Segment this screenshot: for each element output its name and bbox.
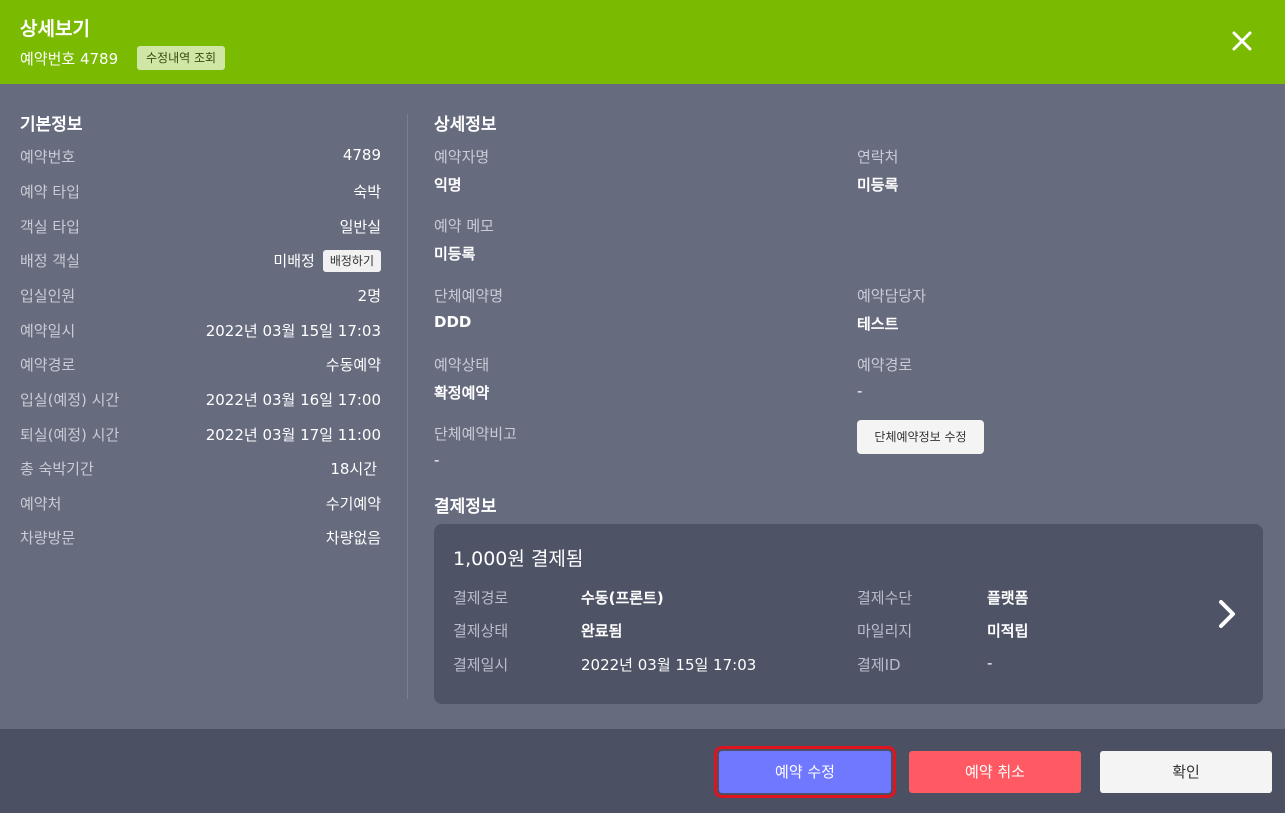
row-label: 예약경로: [20, 356, 76, 374]
manager-value: 테스트: [857, 315, 899, 333]
row-label: 배정 객실: [20, 252, 80, 270]
edit-reservation-button[interactable]: 예약 수정: [714, 746, 896, 798]
basic-row-room-type: 객실 타입 일반실: [20, 216, 381, 240]
row-label: 예약처: [20, 495, 62, 513]
basic-info-title: 기본정보: [20, 115, 83, 135]
row-label: 총 숙박기간: [20, 460, 94, 478]
row-value: 일반실: [339, 218, 381, 236]
payment-info-title: 결제정보: [434, 497, 497, 517]
payment-date-value: 2022년 03월 15일 17:03: [581, 656, 757, 674]
chevron-right-icon[interactable]: [1215, 598, 1239, 634]
cancel-reservation-button[interactable]: 예약 취소: [909, 751, 1081, 793]
basic-row-booking-source: 예약처 수기예약: [20, 493, 381, 517]
payment-status-value: 완료됨: [581, 622, 623, 640]
row-value: 수동예약: [325, 356, 381, 374]
modal-title: 상세보기: [20, 18, 90, 40]
mileage-value: 미적립: [987, 622, 1029, 640]
row-value: 18시간: [330, 460, 377, 478]
basic-row-checkout: 퇴실(예정) 시간 2022년 03월 17일 11:00: [20, 424, 381, 448]
row-value: 4789: [342, 146, 381, 164]
basic-row-reservation-type: 예약 타입 숙박: [20, 181, 381, 205]
modal-header: 상세보기 예약번호 4789 수정내역 조회: [0, 0, 1285, 84]
mileage-label: 마일리지: [857, 622, 913, 640]
reservation-number: 예약번호 4789: [20, 50, 119, 68]
basic-row-guests: 입실인원 2명: [20, 285, 381, 309]
row-value: 숙박: [353, 183, 381, 201]
row-label: 예약일시: [20, 322, 76, 340]
basic-row-assigned-room: 배정 객실 미배정 배정하기: [20, 250, 381, 274]
basic-row-route: 예약경로 수동예약: [20, 354, 381, 378]
row-value: 2022년 03월 15일 17:03: [205, 322, 381, 340]
basic-row-reserved-at: 예약일시 2022년 03월 15일 17:03: [20, 320, 381, 344]
memo-value: 미등록: [434, 245, 476, 263]
payment-card[interactable]: 1,000원 결제됨 결제경로 수동(프론트) 결제수단 플랫폼 결제상태 완료…: [434, 524, 1263, 704]
basic-row-vehicle: 차량방문 차량없음: [20, 527, 381, 551]
basic-row-reservation-no: 예약번호 4789: [20, 146, 381, 170]
detail-info-title: 상세정보: [434, 115, 497, 135]
basic-row-checkin: 입실(예정) 시간 2022년 03월 16일 17:00: [20, 389, 381, 413]
payment-method-label: 결제수단: [857, 589, 913, 607]
row-label: 입실(예정) 시간: [20, 391, 120, 409]
row-label: 입실인원: [20, 287, 76, 305]
group-note-label: 단체예약비고: [434, 425, 517, 443]
payment-route-value: 수동(프론트): [581, 589, 664, 607]
payment-date-label: 결제일시: [453, 656, 509, 674]
row-label: 예약번호: [20, 148, 76, 166]
group-name-value: DDD: [434, 313, 472, 331]
vertical-divider: [407, 114, 408, 699]
payment-route-label: 결제경로: [453, 589, 509, 607]
row-label: 예약 타입: [20, 183, 80, 201]
assigned-room-value: 미배정: [273, 252, 315, 270]
contact-value: 미등록: [857, 176, 899, 194]
modal-footer: 예약 수정 예약 취소 확인: [0, 729, 1285, 813]
modal-body: 기본정보 예약번호 4789 예약 타입 숙박 객실 타입 일반실 배정 객실 …: [0, 84, 1285, 729]
close-icon[interactable]: [1227, 26, 1257, 56]
route-label: 예약경로: [857, 356, 913, 374]
confirm-button[interactable]: 확인: [1100, 751, 1272, 793]
booker-value: 익명: [434, 176, 462, 194]
payment-id-label: 결제ID: [857, 656, 901, 674]
route-value: -: [857, 382, 863, 400]
manager-label: 예약담당자: [857, 287, 927, 305]
row-value: 2022년 03월 16일 17:00: [205, 391, 381, 409]
payment-id-value: -: [987, 654, 993, 672]
row-value: 차량없음: [325, 529, 381, 547]
row-label: 퇴실(예정) 시간: [20, 426, 120, 444]
contact-label: 연락처: [857, 148, 899, 166]
memo-label: 예약 메모: [434, 217, 494, 235]
group-note-value: -: [434, 451, 440, 469]
row-value: 2022년 03월 17일 11:00: [205, 426, 381, 444]
booker-label: 예약자명: [434, 148, 490, 166]
row-value: 2명: [357, 287, 381, 305]
status-label: 예약상태: [434, 356, 490, 374]
row-label: 차량방문: [20, 529, 76, 547]
payment-method-value: 플랫폼: [987, 589, 1029, 607]
row-value: 미배정 배정하기: [273, 250, 381, 272]
row-value: 수기예약: [325, 495, 381, 513]
row-label: 객실 타입: [20, 218, 80, 236]
edit-group-info-button[interactable]: 단체예약정보 수정: [857, 420, 984, 454]
payment-amount: 1,000원 결제됨: [453, 548, 584, 570]
status-value: 확정예약: [434, 384, 490, 402]
basic-row-stay-duration: 총 숙박기간 18시간: [20, 458, 381, 482]
group-name-label: 단체예약명: [434, 287, 504, 305]
assign-room-button[interactable]: 배정하기: [322, 250, 381, 272]
view-history-button[interactable]: 수정내역 조회: [137, 46, 226, 70]
payment-status-label: 결제상태: [453, 622, 509, 640]
